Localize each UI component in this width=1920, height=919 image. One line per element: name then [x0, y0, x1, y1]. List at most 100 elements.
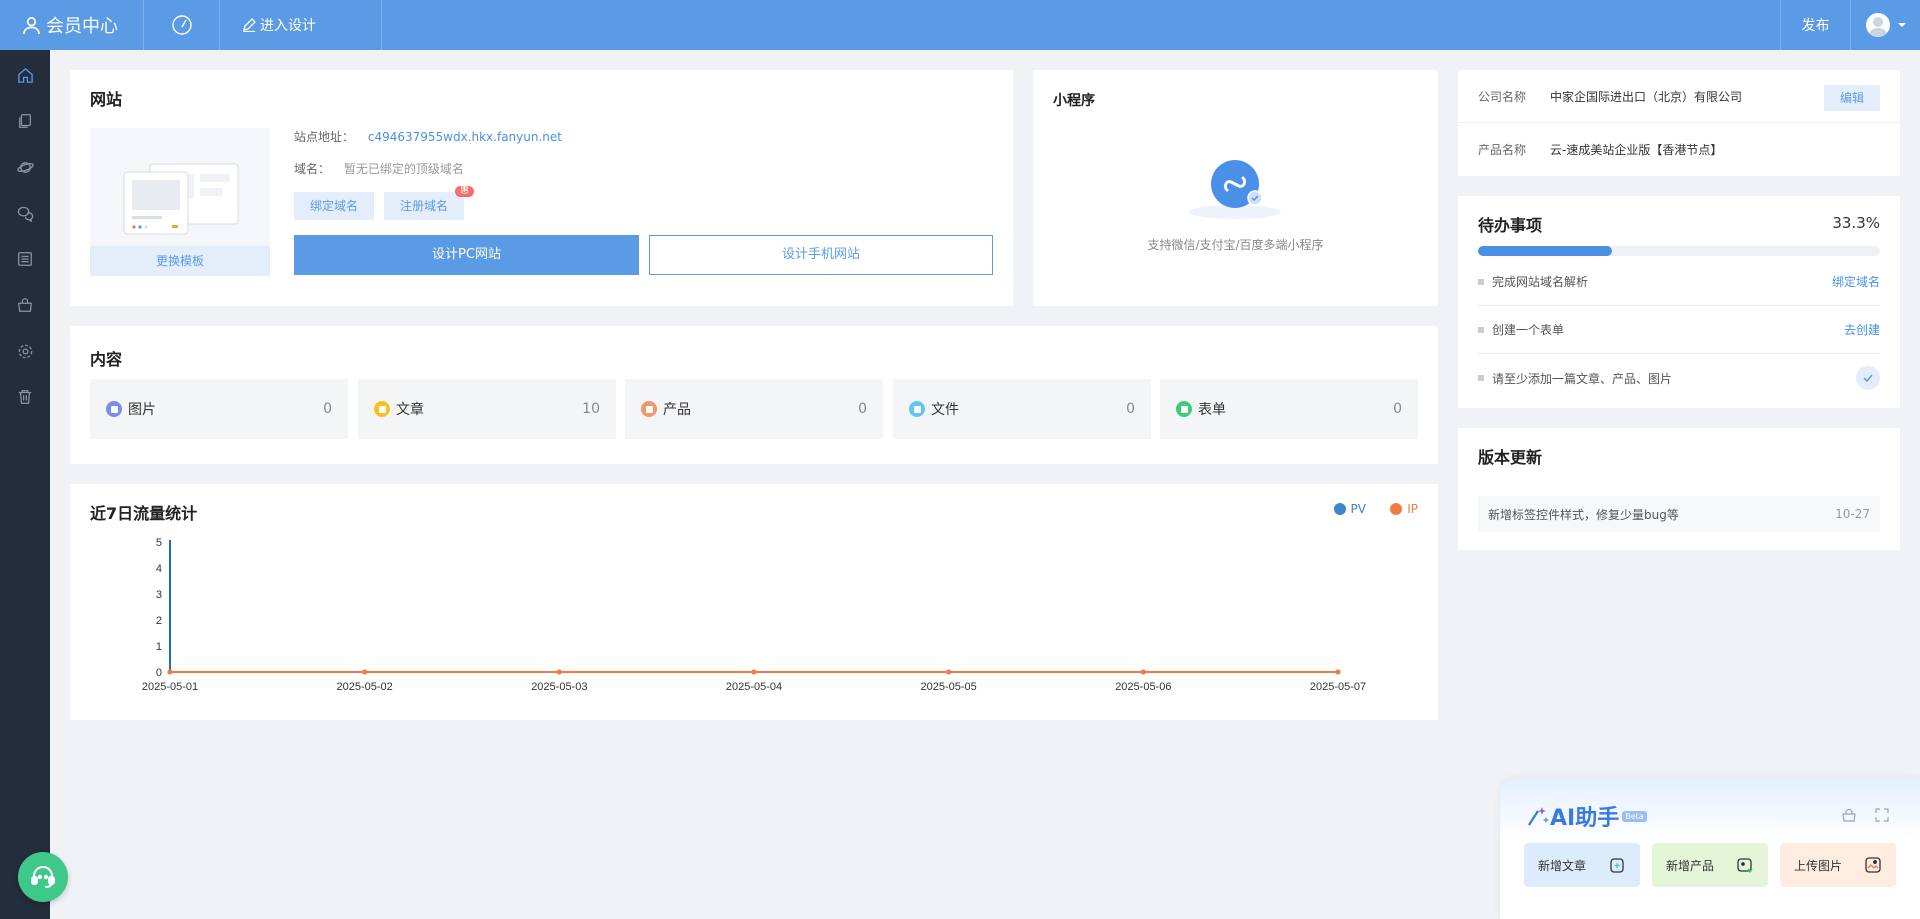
speed-button[interactable]	[144, 0, 220, 50]
content-item-label: 图片	[128, 402, 156, 418]
content-item-count: 10	[582, 401, 600, 417]
beta-badge: Beta	[1622, 810, 1647, 822]
new-product-button[interactable]: 新增产品	[1652, 843, 1768, 887]
enter-design-button[interactable]: 进入设计	[220, 0, 382, 50]
y-tick-label: 4	[156, 563, 162, 575]
sidebar	[0, 50, 50, 919]
bind-domain-label: 绑定域名	[309, 199, 358, 213]
content-item-products[interactable]: 产品 0	[625, 379, 883, 439]
content-title: 内容	[90, 350, 123, 369]
traffic-card: 近7日流量统计 PV IP 0 1 2 3 4 5 2025-05-01 2025-05-02…	[70, 484, 1438, 720]
mini-program-card: 小程序 支持微信/支付宝/百度多端小程序	[1033, 70, 1438, 306]
design-mobile-button[interactable]: 设计手机网站	[649, 235, 993, 275]
home-icon	[17, 67, 33, 83]
content-item-label: 文件	[931, 402, 959, 418]
mini-program-icon	[1189, 160, 1281, 219]
list-icon	[18, 252, 32, 266]
content-item-count: 0	[1126, 401, 1135, 417]
sidebar-item-settings[interactable]	[15, 341, 35, 361]
customer-service-button[interactable]	[18, 852, 68, 902]
ai-assistant-panel: AI助手 Beta 新增文章 新增产品 上传图片	[1500, 778, 1920, 919]
brand-title: 会员中心	[46, 16, 118, 37]
mini-program-desc: 支持微信/支付宝/百度多端小程序	[1147, 238, 1324, 252]
register-domain-label: 注册域名	[399, 199, 448, 213]
change-template-button[interactable]: 更换模板	[90, 246, 270, 276]
lock-icon[interactable]	[1842, 808, 1856, 822]
content-item-label: 产品	[663, 402, 691, 418]
todo-item: 完成网站域名解析 绑定域名	[1478, 258, 1880, 306]
ai-assistant-title: AI助手 Beta	[1526, 800, 1647, 832]
chat-icon	[17, 206, 33, 222]
new-article-label: 新增文章	[1538, 858, 1587, 873]
template-preview[interactable]: 更换模板	[90, 128, 270, 276]
sidebar-item-shop[interactable]	[15, 295, 35, 315]
planet-icon	[16, 161, 34, 173]
x-tick-label: 2025-05-04	[726, 681, 782, 693]
sidebar-item-global[interactable]	[15, 157, 35, 177]
new-article-button[interactable]: 新增文章	[1524, 843, 1640, 887]
company-name-label: 公司名称	[1478, 89, 1527, 104]
content-item-count: 0	[1393, 401, 1402, 417]
edit-icon	[243, 18, 256, 32]
chevron-down-icon	[1897, 23, 1906, 27]
y-tick-label: 3	[156, 589, 162, 601]
company-name-row: 公司名称 中家企国际进出口（北京）有限公司 编辑	[1458, 70, 1900, 123]
x-tick-label: 2025-05-06	[1115, 681, 1171, 693]
sidebar-item-messages[interactable]	[15, 203, 35, 223]
y-tick-label: 2	[156, 615, 162, 627]
member-center-link[interactable]: 会员中心	[0, 0, 144, 50]
bind-domain-button[interactable]: 绑定域名	[294, 192, 374, 220]
enter-design-label: 进入设计	[260, 18, 316, 34]
content-item-images[interactable]: 图片 0	[90, 379, 348, 439]
product-name-row: 产品名称 云-速成美站企业版【香港节点】	[1458, 123, 1900, 176]
discount-badge: 惠	[454, 186, 474, 197]
shopping-bag-icon	[18, 298, 32, 312]
check-icon	[1856, 366, 1880, 390]
progress-fill	[1478, 246, 1612, 256]
content-item-forms[interactable]: 表单 0	[1160, 379, 1418, 439]
data-point-ip	[1140, 669, 1146, 675]
product-icon	[641, 401, 657, 417]
update-item[interactable]: 新增标签控件样式，修复少量bug等 10-27	[1478, 496, 1880, 532]
content-item-files[interactable]: 文件 0	[893, 379, 1151, 439]
create-form-link[interactable]: 去创建	[1844, 321, 1880, 338]
upload-image-button[interactable]: 上传图片	[1780, 843, 1896, 887]
bind-domain-link[interactable]: 绑定域名	[1832, 273, 1880, 290]
domain-value: 暂无已绑定的顶级域名	[343, 162, 464, 176]
content-item-count: 0	[323, 401, 332, 417]
magic-wand-icon	[1528, 807, 1549, 826]
user-menu[interactable]	[1851, 0, 1920, 50]
sidebar-item-home[interactable]	[15, 65, 35, 85]
content-item-articles[interactable]: 文章 10	[358, 379, 616, 439]
site-address-label: 站点地址：	[294, 130, 355, 144]
speedometer-icon	[171, 15, 192, 35]
content-item-count: 0	[858, 401, 867, 417]
image-icon	[106, 401, 122, 417]
todo-percent: 33.3%	[1832, 214, 1880, 232]
design-pc-button[interactable]: 设计PC网站	[294, 235, 639, 275]
x-tick-label: 2025-05-02	[337, 681, 393, 693]
publish-button[interactable]: 发布	[1780, 0, 1851, 50]
sidebar-item-pages[interactable]	[15, 111, 35, 131]
todo-title: 待办事项	[1478, 216, 1543, 235]
upload-image-icon	[1865, 857, 1881, 873]
bullet-icon	[1478, 278, 1484, 285]
edit-button[interactable]: 编辑	[1824, 85, 1880, 111]
domain-row: 域名： 暂无已绑定的顶级域名	[294, 160, 464, 177]
version-update-title: 版本更新	[1478, 448, 1543, 467]
todo-item: 创建一个表单 去创建	[1478, 306, 1880, 354]
todo-item-text: 请至少添加一篇文章、产品、图片	[1492, 371, 1673, 386]
y-tick-label: 1	[156, 641, 162, 653]
expand-icon[interactable]	[1875, 808, 1889, 822]
user-icon	[23, 16, 40, 34]
traffic-line-chart: 0 1 2 3 4 5 2025-05-01 2025-05-02 2025-05-03 2025…	[142, 537, 1366, 693]
site-address-link[interactable]: c494637955wdx.hkx.fanyun.net	[368, 130, 562, 144]
update-date: 10-27	[1835, 507, 1870, 521]
register-domain-button[interactable]: 注册域名惠	[384, 186, 474, 220]
sidebar-item-trash[interactable]	[15, 387, 35, 407]
sidebar-item-articles[interactable]	[15, 249, 35, 269]
product-name-value: 云-速成美站企业版【香港节点】	[1550, 143, 1723, 157]
upload-image-label: 上传图片	[1794, 858, 1843, 873]
mini-program-title: 小程序	[1053, 93, 1095, 109]
data-point-ip	[167, 669, 173, 675]
